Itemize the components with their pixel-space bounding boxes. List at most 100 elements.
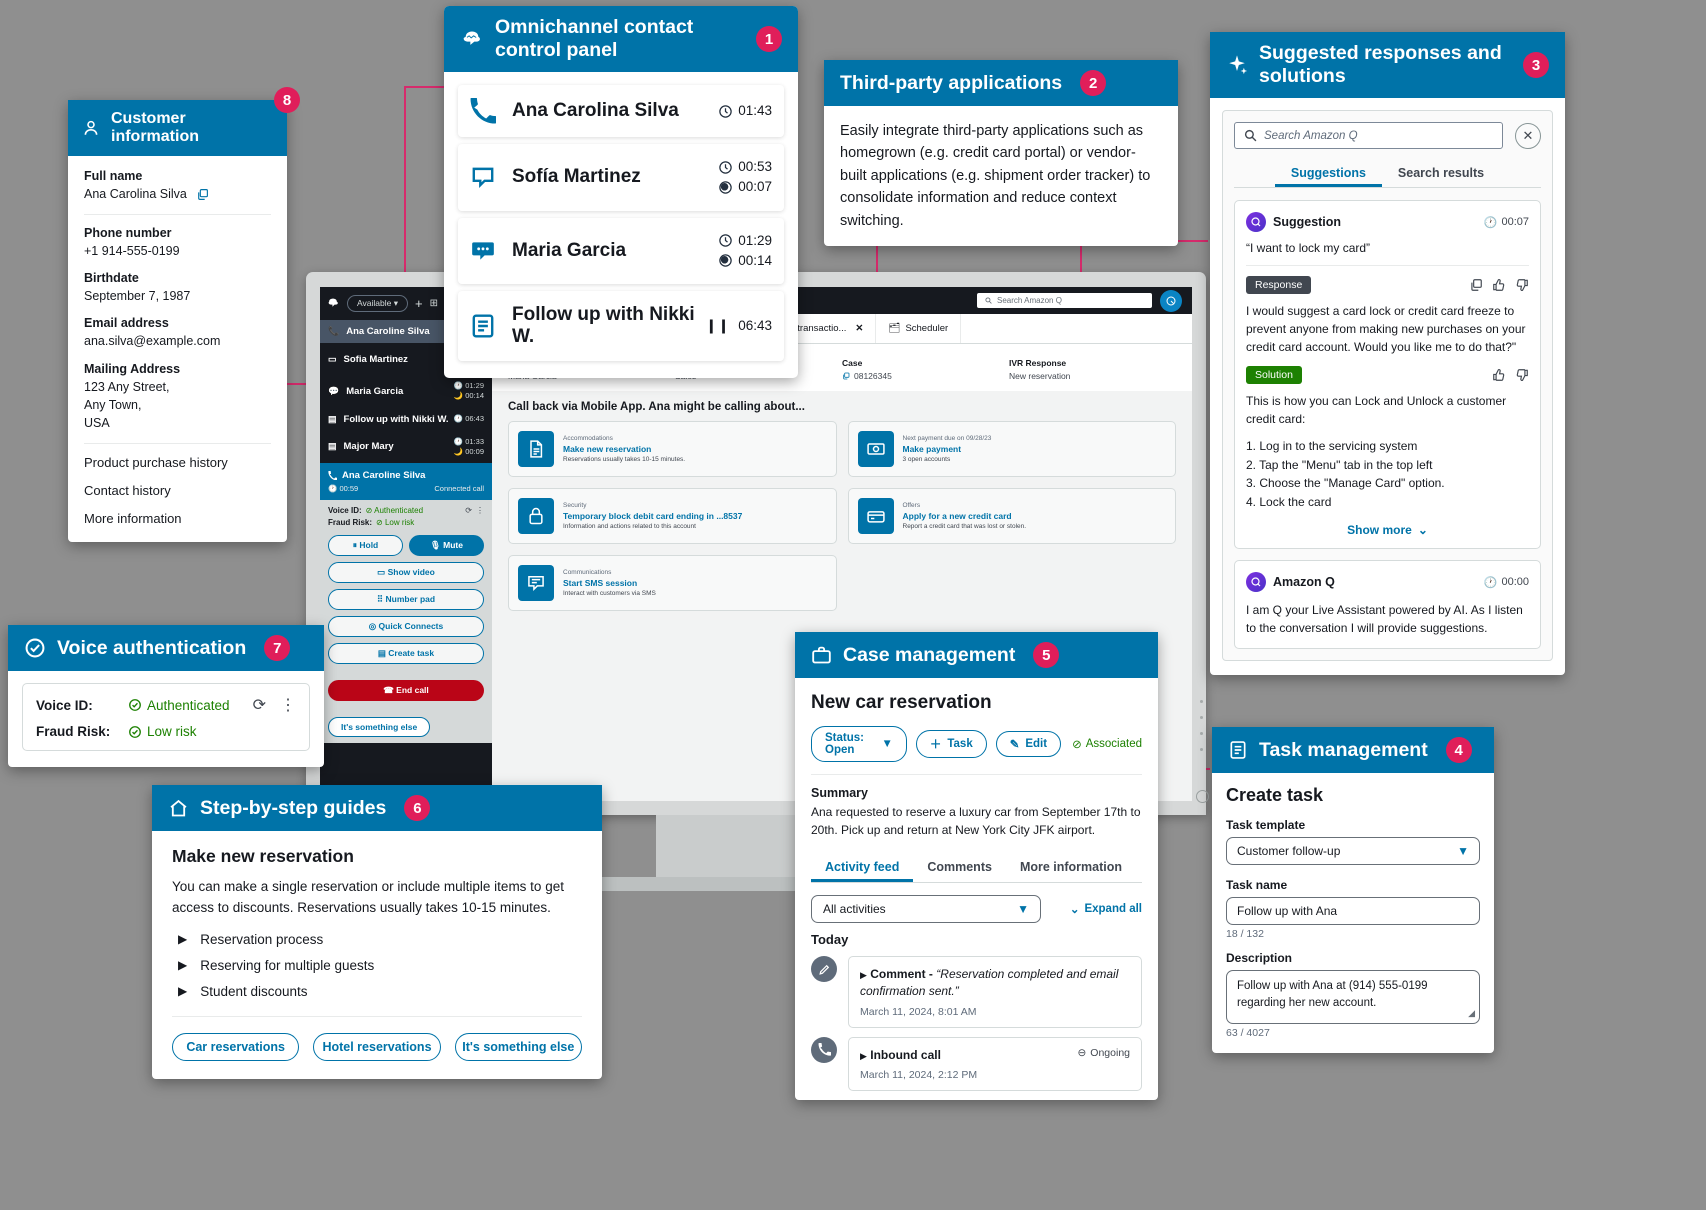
thumbs-down-icon[interactable]	[1515, 278, 1529, 292]
contact-timers: 🕐 01:29 🌙 00:14	[453, 381, 484, 401]
refresh-icon[interactable]: ⟳	[253, 695, 266, 715]
panel-title: Third-party applications	[840, 71, 1063, 94]
contact-timers: 🕐 06:43	[453, 413, 484, 423]
field-phone-number: Phone number +1 914-555-0199	[84, 226, 180, 259]
check-circle-icon: ⊘	[1072, 739, 1082, 751]
car-reservations-button[interactable]: Car reservations	[172, 1032, 300, 1061]
task-template-select[interactable]: Customer follow-up ▼	[1226, 837, 1480, 865]
ccp-contact-item[interactable]: 💬 Maria Garcia 🕐 01:29 🌙 00:14	[320, 375, 492, 407]
add-contact-icon[interactable]: +	[415, 296, 423, 311]
tab-more-information[interactable]: More information	[1006, 852, 1136, 882]
triangle-right-icon[interactable]: ▶	[860, 1051, 867, 1061]
create-task-button[interactable]: ▤ Create task	[328, 642, 484, 664]
case-title: New car reservation	[811, 692, 992, 713]
check-circle-icon	[24, 637, 46, 659]
solution-steps: 1. Log in to the servicing system 2. Tap…	[1246, 437, 1529, 511]
panel-customer-info: Customer information 8 Full name Ana Car…	[68, 87, 300, 542]
refresh-icon[interactable]: ⟳	[465, 506, 472, 515]
activity-card[interactable]: ▶ Comment - “Reservation completed and e…	[848, 956, 1142, 1028]
meta-field: IVR Response New reservation	[1009, 358, 1176, 381]
copy-icon[interactable]	[196, 188, 209, 201]
omnichannel-contact-item[interactable]: Follow up with Nikki W. ❙❙ 06:43	[458, 291, 784, 361]
panel-number-badge: 8	[274, 87, 300, 113]
show-more-button[interactable]: Show more ⌄	[1246, 523, 1529, 537]
chat-icon	[470, 164, 496, 190]
amazon-q-card: Amazon Q 🕐 00:00 I am Q your Live Assist…	[1234, 560, 1541, 650]
panel-title: Step-by-step guides	[200, 796, 387, 819]
panel-task-header: Task management 4	[1212, 727, 1494, 773]
panel-voice-auth: Voice authentication 7 Voice ID: Authent…	[8, 625, 324, 767]
activity-card[interactable]: ▶ Inbound call ⊖ Ongoing March 11, 2024,…	[848, 1036, 1142, 1092]
expand-all-button[interactable]: ⌄ Expand all	[1070, 902, 1142, 916]
panel-number-badge: 5	[1033, 642, 1060, 668]
add-task-button[interactable]: ＋ Task	[915, 730, 987, 758]
power-button-icon[interactable]	[1196, 790, 1209, 803]
action-card[interactable]: Security Temporary block debit card endin…	[508, 488, 837, 544]
amazonq-time: 🕐 00:00	[1483, 576, 1529, 589]
status-dropdown[interactable]: Status: Open ▼	[811, 726, 907, 762]
end-call-button[interactable]: ☎ End call	[328, 679, 484, 701]
close-icon[interactable]: ✕	[1515, 122, 1541, 149]
number-pad-button[interactable]: ⠿ Number pad	[328, 588, 484, 610]
availability-pill[interactable]: Available ▾	[347, 295, 408, 312]
more-options-icon[interactable]: ⋮	[476, 506, 484, 515]
hotel-reservations-button[interactable]: Hotel reservations	[313, 1032, 441, 1061]
guide-item[interactable]: ▶ Reserving for multiple guests	[172, 958, 582, 973]
mute-button[interactable]: 🎙 Mute	[409, 534, 484, 556]
action-card-caption: Security	[563, 502, 587, 509]
guide-item-label: Reservation process	[200, 931, 324, 947]
triangle-right-icon[interactable]: ▶	[860, 970, 867, 980]
solution-intro: This is how you can Lock and Unlock a cu…	[1246, 394, 1507, 426]
link-product-purchase-history[interactable]: Product purchase history	[84, 455, 271, 470]
amazon-q-orb-icon[interactable]	[1160, 289, 1182, 312]
show-video-button[interactable]: ▭ Show video	[328, 561, 484, 583]
link-more-information[interactable]: More information	[84, 511, 271, 526]
link-contact-history[interactable]: Contact history	[84, 483, 271, 498]
activity-filter-select[interactable]: All activities ▼	[811, 895, 1041, 923]
task-name-input[interactable]: Follow up with Ana	[1226, 897, 1480, 925]
action-card[interactable]: Offers Apply for a new credit card Report …	[847, 488, 1176, 544]
panel-title: Case management	[843, 643, 1016, 666]
contact-name: Maria Garcia	[512, 239, 627, 261]
more-options-icon[interactable]: ⋮	[280, 695, 296, 715]
guide-item[interactable]: ▶ Reservation process	[172, 932, 582, 947]
thumbs-up-icon[interactable]	[1492, 278, 1506, 292]
omnichannel-contact-item[interactable]: Maria Garcia 01:29 00:14	[458, 217, 784, 284]
thumbs-up-icon[interactable]	[1492, 368, 1506, 382]
panel-customer-header: Customer information 8	[68, 87, 300, 156]
triangle-right-icon: ▶	[178, 958, 188, 973]
omnichannel-contact-item[interactable]: Ana Carolina Silva 01:43	[458, 85, 784, 137]
q-search-input[interactable]: Search Amazon Q	[1234, 122, 1503, 149]
edit-button[interactable]: ✎ Edit	[995, 731, 1062, 757]
hold-button[interactable]: ⏸ Hold	[328, 534, 403, 556]
action-card[interactable]: Accommodations Make new reservation Reserv…	[508, 421, 837, 477]
panel-number-badge: 1	[756, 26, 782, 52]
thumbs-down-icon[interactable]	[1515, 368, 1529, 382]
description-textarea[interactable]: Follow up with Ana at (914) 555-0199 reg…	[1226, 970, 1480, 1024]
channel-icon: 📞	[328, 326, 340, 336]
tab-activity-feed[interactable]: Activity feed	[811, 852, 913, 882]
field-email-address: Email address ana.silva@example.com	[84, 316, 221, 349]
guide-item[interactable]: ▶ Student discounts	[172, 984, 582, 999]
panel-number-badge: 3	[1523, 52, 1549, 78]
copy-icon[interactable]	[1469, 278, 1483, 292]
something-else-button[interactable]: It's something else	[328, 716, 431, 737]
tab-search-results[interactable]: Search results	[1382, 159, 1500, 187]
panel-case-management: Case management 5 New car reservation St…	[795, 632, 1158, 1101]
activity-entry: ▶ Inbound call ⊖ Ongoing March 11, 2024,…	[811, 1036, 1142, 1092]
voice-id-row: Voice ID: Authenticated ⟳ ⋮	[36, 695, 296, 715]
action-card-caption: Next payment due on 09/28/23	[902, 435, 992, 442]
quick-connects-button[interactable]: ◎ Quick Connects	[328, 615, 484, 637]
dialpad-icon[interactable]: ⊞	[430, 298, 438, 309]
ccp-contact-item[interactable]: ▤ Major Mary 🕐 01:33 🌙 00:09	[320, 431, 492, 463]
ccp-contact-item[interactable]: ▤ Follow up with Nikki W. 🕐 06:43	[320, 408, 492, 431]
tab-suggestions[interactable]: Suggestions	[1275, 159, 1382, 187]
resize-handle-icon[interactable]: ◢	[1468, 1007, 1475, 1020]
action-card[interactable]: Next payment due on 09/28/23 Make payment…	[847, 421, 1176, 477]
omnichannel-contact-item[interactable]: Sofía Martinez 00:53 00:07	[458, 144, 784, 211]
tab-scheduler[interactable]: 🗂 Scheduler	[876, 314, 962, 343]
app-search-input[interactable]: Search Amazon Q	[977, 293, 1152, 308]
action-card[interactable]: Communications Start SMS session Interact …	[508, 555, 837, 611]
tab-comments[interactable]: Comments	[913, 852, 1006, 882]
something-else-button[interactable]: It's something else	[454, 1032, 582, 1061]
